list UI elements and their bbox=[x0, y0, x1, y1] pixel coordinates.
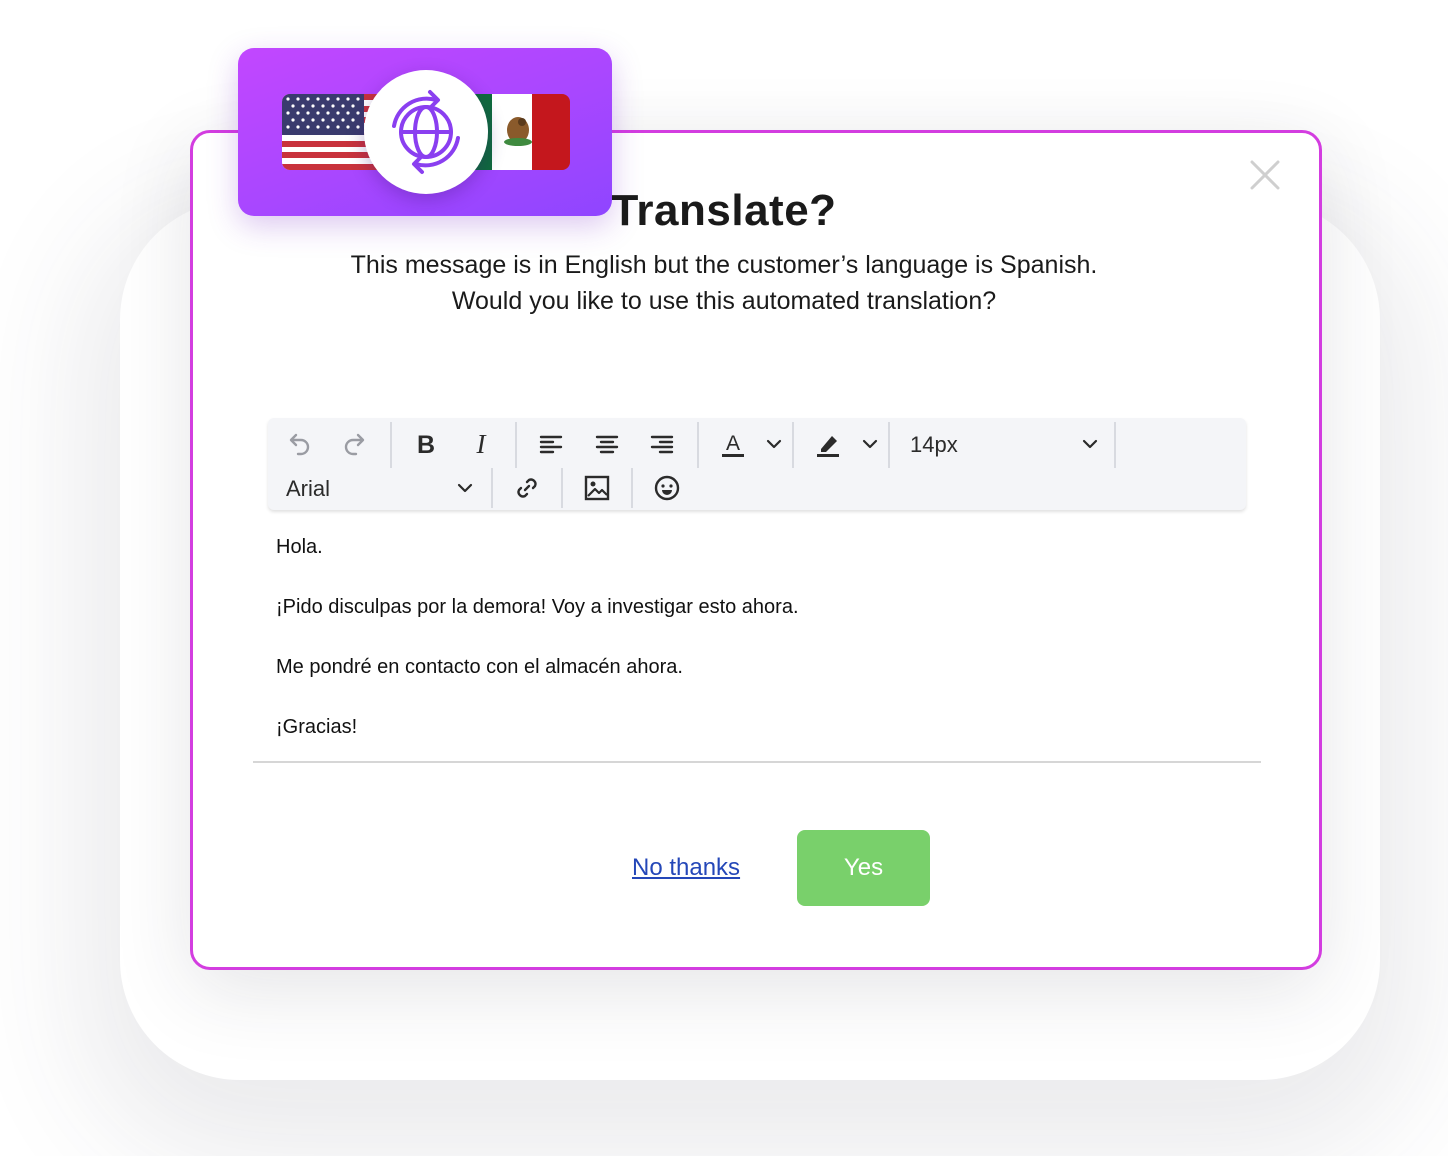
font-family-select[interactable]: Arial bbox=[286, 476, 330, 502]
dialog-message-line2: Would you like to use this automated tra… bbox=[451, 287, 997, 315]
dialog-title: Translate? bbox=[611, 186, 837, 235]
editor-line[interactable]: Me pondré en contacto con el almacén aho… bbox=[276, 656, 683, 679]
highlight-chevron-down-icon[interactable] bbox=[852, 426, 888, 462]
no-thanks-link[interactable]: No thanks bbox=[632, 854, 740, 882]
yes-button[interactable]: Yes bbox=[797, 830, 930, 906]
align-center-icon[interactable] bbox=[589, 426, 625, 462]
text-color-icon[interactable]: A bbox=[715, 426, 751, 462]
svg-text:A: A bbox=[726, 432, 740, 455]
toolbar-separator bbox=[491, 468, 493, 508]
image-icon[interactable] bbox=[579, 470, 615, 506]
editor-line[interactable]: ¡Gracias! bbox=[276, 716, 357, 739]
align-right-icon[interactable] bbox=[644, 426, 680, 462]
bold-icon[interactable]: B bbox=[408, 426, 444, 462]
link-icon[interactable] bbox=[509, 470, 545, 506]
font-size-chevron-down-icon[interactable] bbox=[1072, 426, 1108, 462]
font-family-chevron-down-icon[interactable] bbox=[447, 470, 483, 506]
toolbar-separator bbox=[888, 422, 890, 468]
emoji-icon[interactable] bbox=[649, 470, 685, 506]
editor-divider bbox=[253, 761, 1261, 763]
font-size-select[interactable]: 14px bbox=[910, 432, 958, 458]
toolbar-separator bbox=[631, 468, 633, 508]
highlight-icon[interactable] bbox=[810, 426, 846, 462]
text-color-chevron-down-icon[interactable] bbox=[756, 426, 792, 462]
svg-text:I: I bbox=[476, 430, 488, 458]
toolbar-separator bbox=[390, 422, 392, 468]
toolbar-separator bbox=[515, 422, 517, 468]
globe-sync-icon bbox=[364, 70, 488, 194]
toolbar-separator bbox=[1114, 422, 1116, 468]
editor-line[interactable]: Hola. bbox=[276, 536, 323, 559]
italic-icon[interactable]: I bbox=[463, 426, 499, 462]
dialog-message-line1: This message is in English but the custo… bbox=[350, 251, 1098, 279]
editor-line[interactable]: ¡Pido disculpas por la demora! Voy a inv… bbox=[276, 596, 799, 619]
align-left-icon[interactable] bbox=[533, 426, 569, 462]
toolbar-separator bbox=[561, 468, 563, 508]
undo-icon[interactable] bbox=[280, 426, 316, 462]
toolbar-separator bbox=[792, 422, 794, 468]
redo-icon[interactable] bbox=[338, 426, 374, 462]
svg-text:B: B bbox=[417, 431, 435, 458]
toolbar-separator bbox=[697, 422, 699, 468]
